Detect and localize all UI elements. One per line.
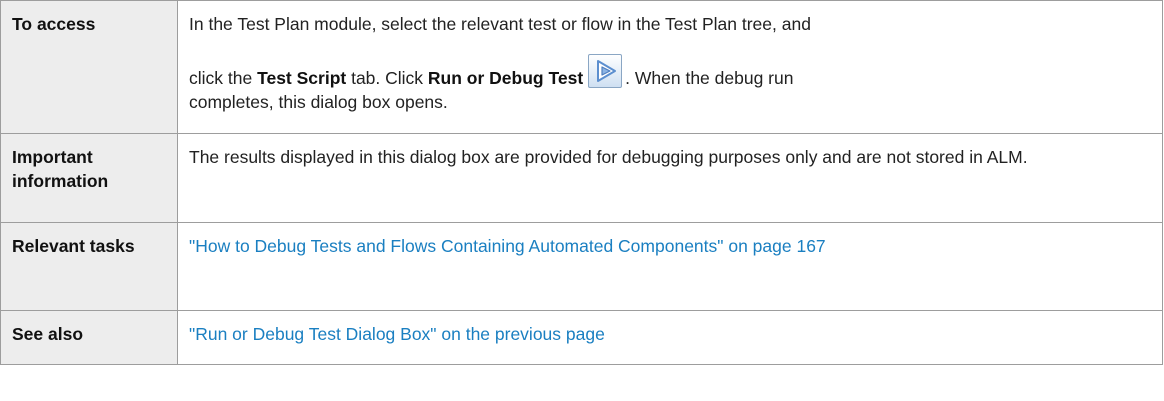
run-or-debug-test-icon — [588, 54, 623, 88]
access-line-1: In the Test Plan module, select the rele… — [189, 14, 811, 34]
row-content-important-information: The results displayed in this dialog box… — [177, 133, 1163, 223]
access-text-part-1: click the — [189, 68, 258, 88]
table-row-relevant-tasks: Relevant tasks "How to Debug Tests and F… — [0, 222, 1163, 311]
run-or-debug-dialog-link[interactable]: "Run or Debug Test Dialog Box" on the pr… — [189, 324, 605, 344]
how-to-debug-tests-link[interactable]: "How to Debug Tests and Flows Containing… — [189, 236, 826, 256]
table-row-to-access: To access In the Test Plan module, selec… — [0, 0, 1163, 134]
table-row-see-also: See also "Run or Debug Test Dialog Box" … — [0, 310, 1163, 365]
table-row-important-information: Important information The results displa… — [0, 133, 1163, 223]
row-content-see-also: "Run or Debug Test Dialog Box" on the pr… — [177, 310, 1163, 365]
row-label-see-also: See also — [0, 310, 178, 365]
row-label-relevant-tasks: Relevant tasks — [0, 222, 178, 311]
run-or-debug-test-name: Run or Debug Test — [427, 68, 584, 88]
access-text-part-2: tab. Click — [346, 68, 428, 88]
info-table: To access In the Test Plan module, selec… — [0, 0, 1163, 365]
row-label-to-access: To access — [0, 0, 178, 134]
access-line-3: completes, this dialog box opens. — [189, 92, 448, 112]
row-content-to-access: In the Test Plan module, select the rele… — [177, 0, 1163, 134]
row-content-relevant-tasks: "How to Debug Tests and Flows Containing… — [177, 222, 1163, 311]
test-script-tab-name: Test Script — [257, 68, 347, 88]
row-label-important-information: Important information — [0, 133, 178, 223]
access-line-2: click the Test Script tab. Click Run or … — [189, 54, 1150, 90]
access-text-part-3: . When the debug run — [625, 68, 794, 88]
